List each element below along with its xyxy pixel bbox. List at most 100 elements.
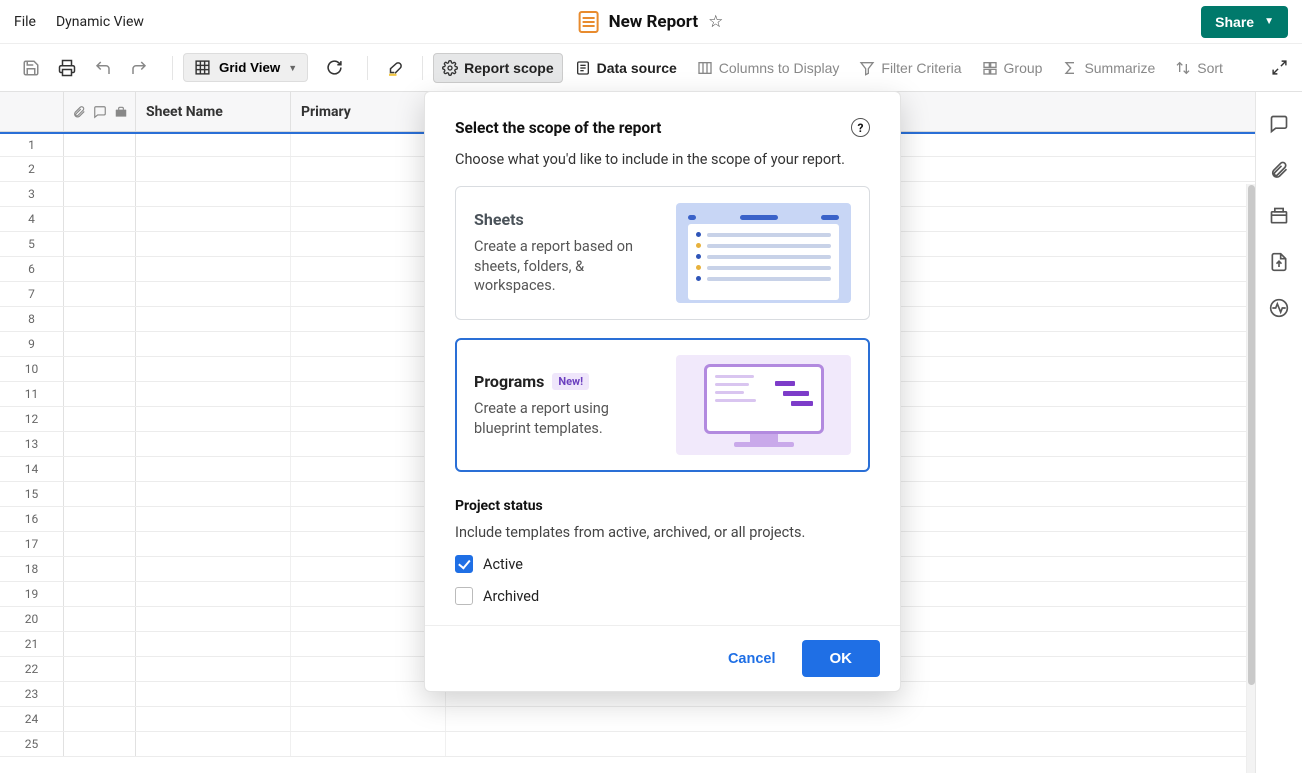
attachment-icon	[72, 105, 86, 119]
view-switcher[interactable]: Grid View ▼	[183, 53, 308, 82]
expand-button[interactable]	[1265, 53, 1294, 82]
row-number: 16	[0, 507, 64, 531]
row-indicator-header	[64, 92, 136, 131]
menu-file[interactable]: File	[14, 14, 36, 30]
gear-icon	[442, 60, 458, 76]
row-number: 7	[0, 282, 64, 306]
row-number: 15	[0, 482, 64, 506]
refresh-icon	[326, 59, 343, 76]
favorite-star-icon[interactable]: ☆	[708, 12, 723, 32]
top-header: File Dynamic View New Report ☆ Share ▼	[0, 0, 1302, 44]
columns-button[interactable]: Columns to Display	[689, 54, 848, 82]
columns-label: Columns to Display	[719, 60, 840, 76]
save-button[interactable]	[14, 53, 48, 83]
popover-subtitle: Choose what you'd like to include in the…	[455, 151, 870, 168]
toolbar: Grid View ▼ Report scope Data source Col…	[0, 44, 1302, 92]
row-number: 10	[0, 357, 64, 381]
highlight-button[interactable]	[378, 53, 412, 83]
data-source-button[interactable]: Data source	[567, 54, 685, 82]
redo-button[interactable]	[122, 53, 156, 83]
programs-illustration	[676, 355, 851, 455]
row-number: 5	[0, 232, 64, 256]
row-number: 8	[0, 307, 64, 331]
help-icon[interactable]: ?	[851, 118, 870, 137]
row-number: 17	[0, 532, 64, 556]
briefcase-icon	[114, 105, 128, 119]
row-number: 20	[0, 607, 64, 631]
row-number: 18	[0, 557, 64, 581]
active-checkbox[interactable]	[455, 555, 473, 573]
filter-button[interactable]: Filter Criteria	[851, 54, 969, 82]
row-number: 1	[0, 134, 64, 156]
sheets-desc: Create a report based on sheets, folders…	[474, 237, 660, 296]
caret-down-icon: ▼	[1264, 16, 1274, 27]
sort-button[interactable]: Sort	[1167, 54, 1231, 82]
programs-title: Programs	[474, 372, 544, 391]
row-number: 9	[0, 332, 64, 356]
sheets-title: Sheets	[474, 210, 660, 229]
row-number: 23	[0, 682, 64, 706]
column-header-primary[interactable]: Primary	[291, 92, 446, 131]
highlight-icon	[386, 59, 404, 77]
document-title[interactable]: New Report	[609, 12, 699, 32]
group-label: Group	[1004, 60, 1043, 76]
redo-icon	[130, 59, 148, 77]
share-button[interactable]: Share ▼	[1201, 6, 1288, 38]
row-number: 12	[0, 407, 64, 431]
summarize-label: Summarize	[1084, 60, 1155, 76]
grid-icon	[194, 59, 211, 76]
rail-panel-icon[interactable]	[1269, 206, 1289, 226]
archived-label: Archived	[483, 588, 539, 605]
menu-bar: File Dynamic View	[14, 14, 144, 30]
vertical-scrollbar[interactable]	[1246, 184, 1255, 773]
table-row[interactable]: 25	[0, 732, 1255, 757]
programs-desc: Create a report using blueprint template…	[474, 399, 660, 438]
group-icon	[982, 60, 998, 76]
report-scope-label: Report scope	[464, 60, 553, 76]
summarize-button[interactable]: Summarize	[1054, 54, 1163, 82]
refresh-button[interactable]	[318, 53, 351, 82]
undo-button[interactable]	[86, 53, 120, 83]
filter-label: Filter Criteria	[881, 60, 961, 76]
row-number: 11	[0, 382, 64, 406]
save-icon	[22, 59, 40, 77]
row-number: 2	[0, 157, 64, 181]
data-source-label: Data source	[597, 60, 677, 76]
archived-checkbox[interactable]	[455, 587, 473, 605]
scope-option-programs[interactable]: Programs New! Create a report using blue…	[455, 338, 870, 472]
row-number: 22	[0, 657, 64, 681]
row-number: 25	[0, 732, 64, 756]
right-rail	[1255, 92, 1302, 773]
columns-icon	[697, 60, 713, 76]
new-badge: New!	[552, 373, 589, 390]
cancel-button[interactable]: Cancel	[718, 643, 786, 675]
column-header-sheet-name[interactable]: Sheet Name	[136, 92, 291, 131]
rail-comments-icon[interactable]	[1269, 114, 1289, 134]
sort-icon	[1175, 60, 1191, 76]
row-number: 6	[0, 257, 64, 281]
comment-icon	[93, 105, 107, 119]
row-number: 19	[0, 582, 64, 606]
row-number: 24	[0, 707, 64, 731]
filter-icon	[859, 60, 875, 76]
rail-attachments-icon[interactable]	[1269, 160, 1289, 180]
project-status-label: Project status	[455, 498, 870, 514]
active-label: Active	[483, 556, 523, 573]
caret-down-icon: ▼	[288, 63, 297, 73]
row-number: 3	[0, 182, 64, 206]
group-button[interactable]: Group	[974, 54, 1051, 82]
rail-activity-icon[interactable]	[1269, 298, 1289, 318]
row-number: 13	[0, 432, 64, 456]
ok-button[interactable]: OK	[802, 640, 881, 677]
popover-title: Select the scope of the report	[455, 119, 661, 137]
report-scope-button[interactable]: Report scope	[433, 53, 562, 83]
row-number: 4	[0, 207, 64, 231]
scope-option-sheets[interactable]: Sheets Create a report based on sheets, …	[455, 186, 870, 320]
menu-dynamic-view[interactable]: Dynamic View	[56, 14, 144, 30]
print-button[interactable]	[50, 53, 84, 83]
sigma-icon	[1062, 60, 1078, 76]
table-row[interactable]: 24	[0, 707, 1255, 732]
data-source-icon	[575, 60, 591, 76]
rail-export-icon[interactable]	[1269, 252, 1289, 272]
document-title-area: New Report ☆	[579, 11, 724, 33]
